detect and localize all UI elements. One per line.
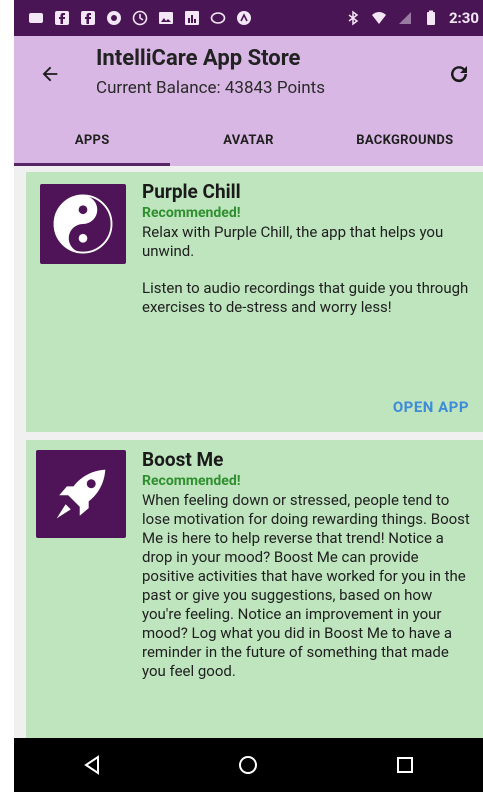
location-icon xyxy=(237,11,251,25)
back-button[interactable] xyxy=(34,58,66,90)
navigation-bar xyxy=(14,738,483,792)
facebook-icon xyxy=(55,11,69,25)
bluetooth-icon xyxy=(348,10,359,26)
status-right-icons: 2:30 xyxy=(345,9,479,27)
wifi-icon xyxy=(371,12,386,24)
message-icon xyxy=(29,13,43,23)
tab-apps[interactable]: APPS xyxy=(14,114,171,166)
arrow-back-icon xyxy=(42,66,58,82)
facebook-icon xyxy=(81,11,95,25)
gallery-icon xyxy=(159,12,173,24)
refresh-button[interactable] xyxy=(443,58,475,90)
app-header: IntelliCare App Store Current Balance: 4… xyxy=(14,36,483,114)
recommended-badge: Recommended! xyxy=(142,473,241,489)
app-title: Boost Me xyxy=(142,448,224,471)
tab-bar: APPS AVATAR BACKGROUNDS xyxy=(14,114,483,166)
app-description-2: Listen to audio recordings that guide yo… xyxy=(142,279,469,316)
yin-yang-icon xyxy=(53,194,113,254)
status-time: 2:30 xyxy=(448,9,479,27)
app-list[interactable]: Purple Chill Recommended! Relax with Pur… xyxy=(14,166,483,738)
boost-me-tile xyxy=(36,450,126,538)
balance-text: Current Balance: 43843 Points xyxy=(96,78,325,98)
status-bar: 2:30 xyxy=(14,0,483,36)
nav-home-icon xyxy=(239,756,258,774)
rocket-icon xyxy=(56,469,106,519)
app-icon xyxy=(107,11,121,25)
nav-recents-button[interactable] xyxy=(385,745,425,785)
app-card-purple-chill: Purple Chill Recommended! Relax with Pur… xyxy=(26,172,483,432)
purple-chill-text: Purple Chill Recommended! Relax with Pur… xyxy=(142,180,471,317)
tab-avatar[interactable]: AVATAR xyxy=(170,114,326,166)
battery-icon xyxy=(426,10,435,25)
app-description: Relax with Purple Chill, the app that he… xyxy=(142,223,444,260)
page-title: IntelliCare App Store xyxy=(96,46,301,71)
boost-me-text: Boost Me Recommended! When feeling down … xyxy=(142,448,471,681)
open-app-button[interactable]: OPEN APP xyxy=(393,398,469,416)
status-left-icons xyxy=(28,10,252,26)
clock-icon xyxy=(132,10,148,26)
nav-back-button[interactable] xyxy=(72,745,112,785)
app-card-boost-me: Boost Me Recommended! When feeling down … xyxy=(26,440,483,738)
signal-icon xyxy=(398,12,411,24)
chart-icon xyxy=(185,11,199,25)
app-description: When feeling down or stressed, people te… xyxy=(142,491,470,680)
nav-back-icon xyxy=(84,755,100,775)
purple-chill-tile xyxy=(40,184,126,264)
tab-backgrounds[interactable]: BACKGROUNDS xyxy=(327,114,483,166)
sync-icon xyxy=(210,12,226,24)
recommended-badge: Recommended! xyxy=(142,205,241,221)
refresh-icon xyxy=(451,66,468,83)
nav-recents-icon xyxy=(396,757,413,773)
nav-home-button[interactable] xyxy=(228,745,268,785)
app-title: Purple Chill xyxy=(142,180,241,203)
